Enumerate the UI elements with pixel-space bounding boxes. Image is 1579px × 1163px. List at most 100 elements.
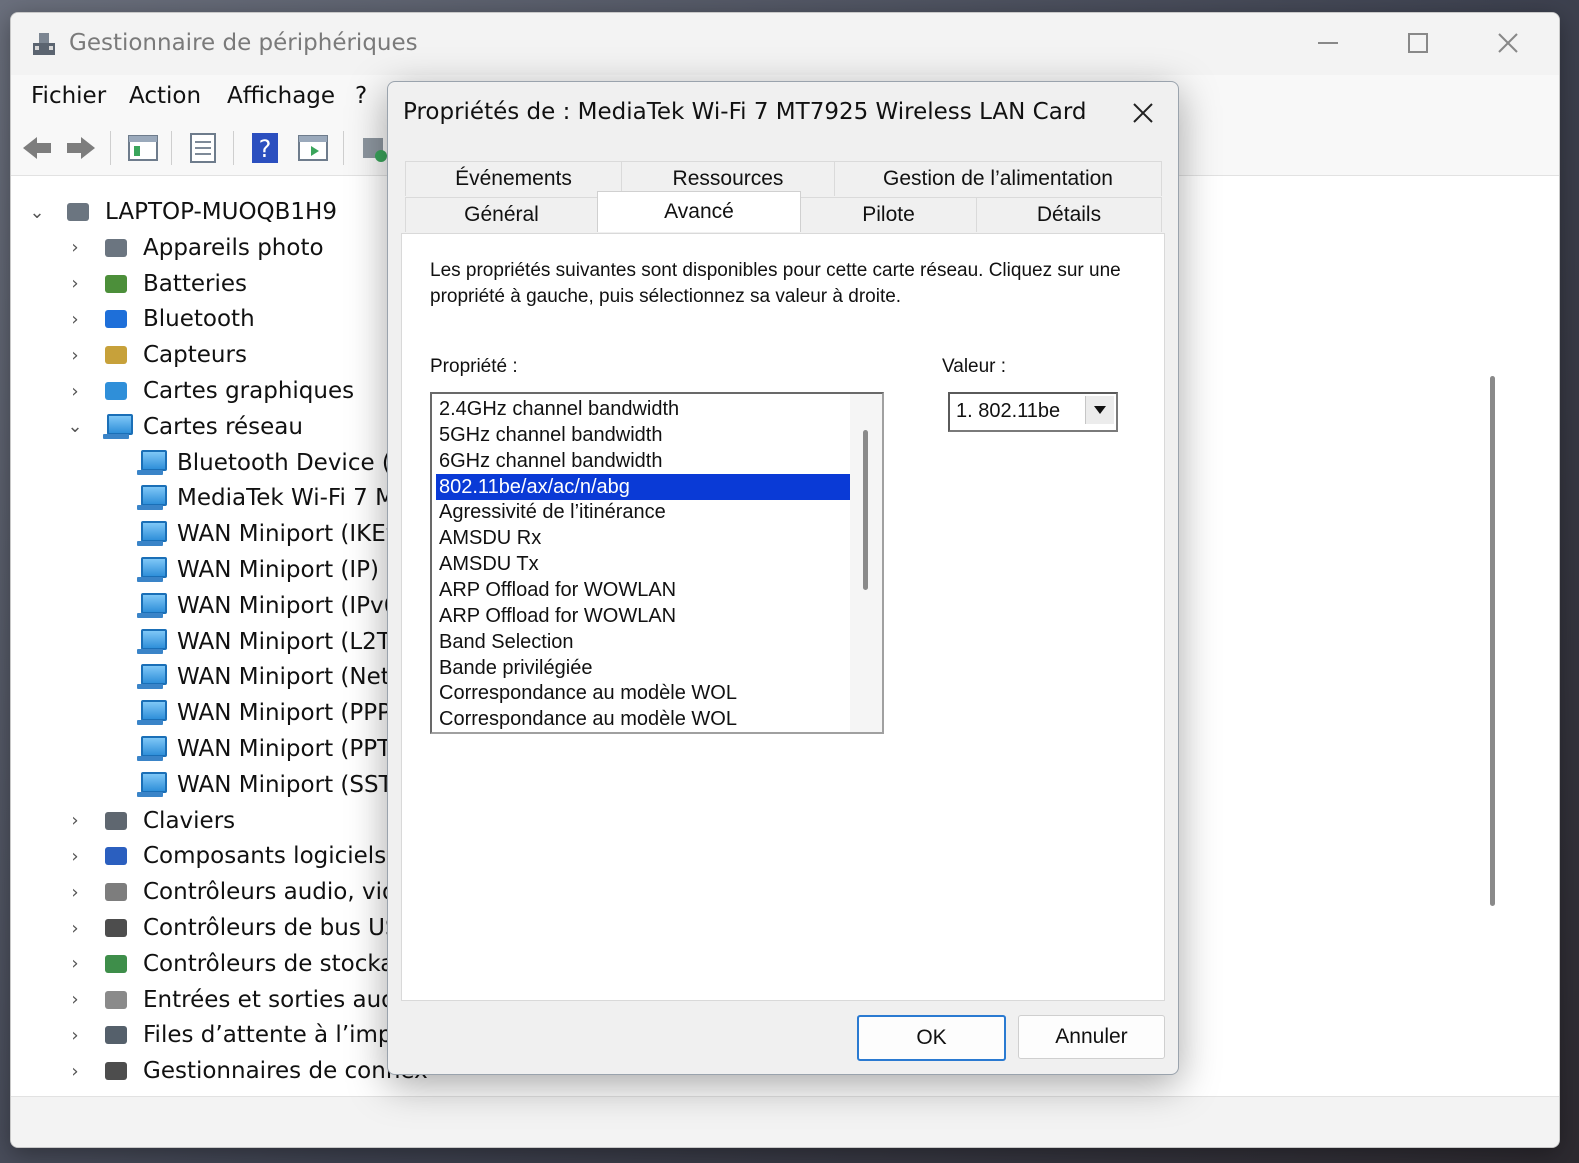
chevron-right-icon[interactable]: › (63, 345, 87, 366)
listbox-scroll-thumb[interactable] (863, 430, 868, 590)
dropdown-arrow-button[interactable] (1085, 396, 1114, 424)
chevron-right-icon[interactable]: › (63, 309, 87, 330)
vertical-scrollbar[interactable] (1490, 376, 1495, 906)
property-item[interactable]: Bande privilégiée (436, 655, 851, 681)
tree-category-item[interactable]: › Entrées et sorties audio (63, 983, 416, 1017)
advanced-tab-panel: Les propriétés suivantes sont disponible… (401, 233, 1165, 1001)
property-item[interactable]: ARP Offload for WOWLAN (436, 603, 851, 629)
tree-item-label: Capteurs (143, 342, 247, 369)
chevron-right-icon[interactable]: › (63, 989, 87, 1010)
cancel-button[interactable]: Annuler (1018, 1015, 1165, 1059)
value-selected-text: 1. 802.11be (956, 400, 1061, 422)
tree-item-label: Batteries (143, 270, 248, 297)
property-item[interactable]: AMSDU Tx (436, 551, 851, 577)
tree-device-item[interactable]: WAN Miniport (Netw (135, 660, 409, 694)
property-item[interactable]: Band Selection (436, 629, 851, 655)
network-adapter-icon (135, 770, 167, 800)
menu-affichage[interactable]: Affichage (227, 83, 335, 109)
help-icon[interactable]: ? (247, 130, 283, 166)
tree-device-item[interactable]: Bluetooth Device (Pe (135, 446, 418, 480)
tree-category-item[interactable]: › Files d’attente à l’impres (63, 1018, 427, 1052)
property-item-selected[interactable]: 802.11be/ax/ac/n/abg (436, 473, 851, 500)
forward-arrow-icon[interactable] (63, 130, 99, 166)
menu-fichier[interactable]: Fichier (31, 83, 106, 109)
property-item[interactable]: ARP Offload for WOWLAN (436, 577, 851, 603)
tree-device-item[interactable]: WAN Miniport (IKEv2 (135, 517, 414, 551)
properties-view-icon[interactable] (125, 130, 161, 166)
tab-pilote[interactable]: Pilote (800, 197, 977, 232)
property-item[interactable]: 2.4GHz channel bandwidth (436, 396, 851, 422)
tree-category-item[interactable]: › Appareils photo (63, 231, 323, 265)
tree-category-network[interactable]: ⌄ Cartes réseau (63, 410, 303, 444)
menu-action[interactable]: Action (129, 83, 201, 109)
tab-evenements[interactable]: Événements (405, 161, 622, 196)
tree-category-item[interactable]: › Gestionnaires de connex (63, 1054, 427, 1088)
property-item[interactable]: 6GHz channel bandwidth (436, 448, 851, 474)
device-category-icon (101, 913, 133, 943)
dialog-close-button[interactable] (1120, 90, 1166, 136)
tree-category-item[interactable]: › Claviers (63, 804, 235, 838)
tree-category-item[interactable]: › Composants logiciels (63, 839, 386, 873)
property-listbox[interactable]: 2.4GHz channel bandwidth 5GHz channel ban… (430, 392, 884, 734)
close-button[interactable] (1463, 13, 1553, 73)
listbox-scrollbar[interactable] (850, 394, 882, 732)
tree-device-item[interactable]: WAN Miniport (PPPO (135, 696, 409, 730)
tree-item-label: Claviers (143, 807, 236, 834)
device-category-icon (101, 949, 133, 979)
tree-device-item[interactable]: WAN Miniport (IPv6) (135, 589, 407, 623)
maximize-button[interactable] (1373, 13, 1463, 73)
property-item[interactable]: 5GHz channel bandwidth (436, 422, 851, 448)
tab-gestion-alimentation[interactable]: Gestion de l’alimentation (834, 161, 1162, 196)
tree-device-item[interactable]: MediaTek Wi-Fi 7 MT (135, 481, 409, 515)
chevron-right-icon[interactable]: › (63, 918, 87, 939)
tree-root-computer[interactable]: ⌄ LAPTOP-MUOQB1H9 (25, 195, 337, 229)
chevron-right-icon[interactable]: › (63, 381, 87, 402)
tree-category-item[interactable]: › Contrôleurs de bus USB (63, 911, 415, 945)
chevron-right-icon[interactable]: › (63, 1061, 87, 1082)
property-item[interactable]: Agressivité de l’itinérance (436, 499, 851, 525)
network-adapter-icon (135, 483, 167, 513)
tab-avance[interactable]: Avancé (597, 191, 801, 232)
minimize-button[interactable] (1283, 13, 1373, 73)
window-title: Gestionnaire de périphériques (69, 30, 418, 56)
tab-details[interactable]: Détails (976, 197, 1162, 232)
chevron-down-icon[interactable]: ⌄ (63, 416, 87, 437)
tab-general[interactable]: Général (405, 197, 598, 232)
tree-device-item[interactable]: WAN Miniport (L2TP) (135, 625, 414, 659)
chevron-right-icon[interactable]: › (63, 810, 87, 831)
tree-item-label: WAN Miniport (PPPO (177, 700, 410, 727)
scan-hardware-icon[interactable] (295, 130, 331, 166)
chevron-right-icon[interactable]: › (63, 273, 87, 294)
chevron-right-icon[interactable]: › (63, 882, 87, 903)
tree-device-item[interactable]: WAN Miniport (PPTP) (135, 732, 414, 766)
back-arrow-icon[interactable] (19, 130, 55, 166)
menu-help[interactable]: ? (355, 83, 367, 109)
tree-category-item[interactable]: › Bluetooth (63, 302, 254, 336)
tree-category-item[interactable]: › Contrôleurs de stockage (63, 947, 423, 981)
device-update-icon[interactable] (355, 130, 391, 166)
ok-button[interactable]: OK (857, 1015, 1006, 1061)
property-item[interactable]: Correspondance au modèle WOL (436, 706, 851, 732)
property-item[interactable]: AMSDU Rx (436, 525, 851, 551)
chevron-right-icon[interactable]: › (63, 953, 87, 974)
chevron-right-icon[interactable]: › (63, 846, 87, 867)
close-icon (1133, 103, 1153, 123)
tree-category-item[interactable]: › Capteurs (63, 338, 247, 372)
value-dropdown[interactable]: 1. 802.11be (948, 392, 1118, 432)
chevron-down-icon[interactable]: ⌄ (25, 202, 49, 223)
tree-category-item[interactable]: › Cartes graphiques (63, 374, 354, 408)
tree-category-item[interactable]: › Batteries (63, 267, 247, 301)
chevron-right-icon[interactable]: › (63, 237, 87, 258)
device-category-icon (101, 806, 133, 836)
toolbar-separator (233, 131, 234, 165)
tree-category-item[interactable]: › Contrôleurs audio, vidéo (63, 875, 424, 909)
tree-item-label: Contrôleurs de bus USB (143, 915, 416, 941)
device-category-icon (63, 197, 95, 227)
chevron-right-icon[interactable]: › (63, 1025, 87, 1046)
property-item[interactable]: Correspondance au modèle WOL (436, 680, 851, 706)
device-category-icon (101, 1056, 133, 1086)
details-view-icon[interactable] (185, 130, 221, 166)
description-text: Les propriétés suivantes sont disponible… (430, 260, 1121, 307)
tree-device-item[interactable]: WAN Miniport (SSTP) (135, 768, 415, 802)
tree-device-item[interactable]: WAN Miniport (IP) (135, 553, 379, 587)
